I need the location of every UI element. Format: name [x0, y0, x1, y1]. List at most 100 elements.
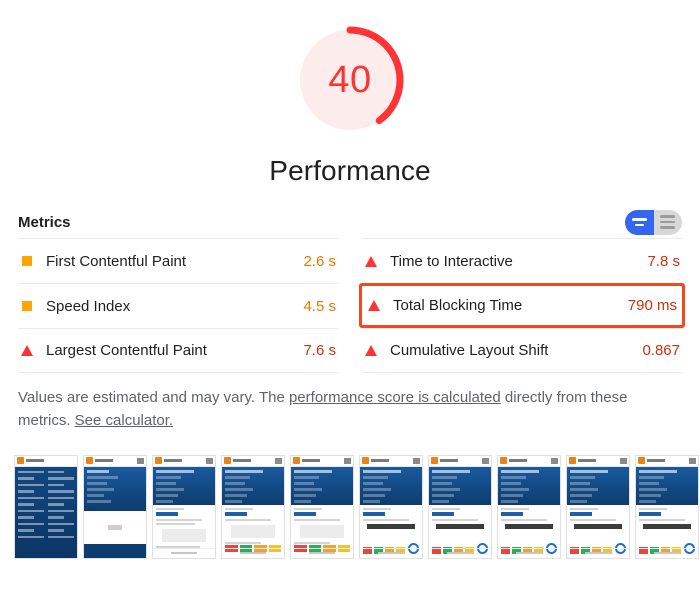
thumbnail-hero — [153, 466, 215, 505]
site-logo-text — [371, 459, 389, 463]
site-logo-icon — [569, 457, 576, 465]
page-title: Performance — [269, 155, 431, 186]
thumbnail-report-body — [360, 504, 422, 541]
thumbnail-hero — [360, 466, 422, 505]
see-calculator-link[interactable]: See calculator. — [75, 412, 173, 429]
thumbnail-topbar — [636, 455, 698, 467]
thumbnail-body — [15, 466, 77, 558]
thumbnail-report-body — [222, 504, 284, 544]
metrics-column-right: Time to Interactive 7.8 s Total Blocking… — [359, 238, 685, 373]
detail-view-icon-bar2 — [660, 220, 676, 224]
metric-label: Speed Index — [46, 297, 131, 315]
thumbnail-hero — [291, 466, 353, 505]
performance-score-link[interactable]: performance score is calculated — [289, 389, 501, 406]
metrics-view-toggle[interactable] — [625, 209, 683, 235]
thumbnail-footer — [153, 547, 215, 558]
thumbnail-report-body — [567, 504, 629, 541]
filmstrip-thumbnail[interactable] — [290, 454, 354, 559]
filmstrip-thumbnail[interactable] — [635, 454, 699, 559]
site-logo-icon — [362, 457, 369, 465]
filmstrip-thumbnail[interactable] — [359, 454, 423, 559]
simple-view-icon-bar2 — [634, 223, 644, 226]
filmstrip-thumbnail[interactable] — [428, 454, 492, 559]
thumbnail-footer — [636, 547, 698, 558]
metrics-column-left: First Contentful Paint 2.6 s Speed Index… — [18, 238, 338, 373]
metric-row-time-to-interactive[interactable]: Time to Interactive 7.8 s — [362, 238, 682, 283]
thumbnail-topbar — [222, 455, 284, 467]
metric-row-total-blocking-time[interactable]: Total Blocking Time 790 ms — [359, 283, 685, 328]
thumbnail-report-body — [429, 504, 491, 541]
simple-view-toggle-button[interactable] — [625, 209, 654, 235]
filmstrip-thumbnail[interactable] — [152, 454, 216, 559]
triangle-icon — [364, 255, 378, 267]
metric-value: 7.8 s — [647, 252, 680, 270]
triangle-icon — [367, 300, 381, 311]
metric-label: First Contentful Paint — [46, 252, 187, 270]
thumbnail-hero — [222, 466, 284, 505]
filmstrip-thumbnail[interactable] — [497, 454, 561, 559]
simple-view-icon — [631, 218, 647, 221]
thumbnail-topbar — [84, 455, 146, 467]
thumbnail-topbar — [429, 455, 491, 467]
performance-gauge[interactable]: 40 — [292, 22, 408, 138]
site-logo-text — [233, 459, 251, 463]
hamburger-menu-icon — [413, 457, 420, 464]
filmstrip-thumbnail[interactable] — [14, 454, 78, 559]
hamburger-menu-icon — [344, 457, 351, 464]
metric-label: Total Blocking Time — [393, 297, 523, 314]
detail-view-toggle-button[interactable] — [654, 210, 683, 235]
metrics-disclaimer: Values are estimated and may vary. The p… — [0, 387, 700, 433]
metrics-title: Metrics — [18, 213, 71, 231]
square-icon — [20, 301, 34, 311]
site-logo-icon — [224, 457, 231, 465]
thumbnail-hero — [567, 466, 629, 505]
thumbnail-report-body — [291, 504, 353, 544]
screenshot-filmstrip — [0, 454, 700, 559]
site-logo-text — [302, 459, 320, 463]
thumbnail-bottom-bar — [84, 543, 146, 558]
site-logo-icon — [17, 457, 24, 465]
site-logo-text — [164, 459, 182, 463]
thumbnail-hero — [498, 466, 560, 505]
metrics-grid: First Contentful Paint 2.6 s Speed Index… — [18, 238, 685, 373]
metric-value: 2.6 s — [303, 252, 336, 270]
thumbnail-footer — [360, 547, 422, 558]
site-logo-text — [95, 459, 113, 463]
thumbnail-footer — [567, 547, 629, 558]
thumbnail-topbar — [291, 455, 353, 467]
metric-value: 0.867 — [642, 342, 680, 359]
metric-label: Cumulative Layout Shift — [390, 342, 549, 359]
hamburger-menu-icon — [620, 457, 627, 464]
thumbnail-topbar — [567, 455, 629, 467]
site-logo-text — [509, 459, 527, 463]
metric-row-speed-index[interactable]: Speed Index 4.5 s — [18, 283, 338, 328]
filmstrip-thumbnail[interactable] — [83, 454, 147, 559]
filmstrip-thumbnail[interactable] — [566, 454, 630, 559]
square-icon — [20, 256, 34, 266]
thumbnail-footer — [291, 547, 353, 558]
site-logo-text — [440, 459, 458, 463]
gauge-score-value: 40 — [328, 59, 372, 101]
thumbnail-report-body — [153, 504, 215, 550]
metric-row-largest-contentful-paint[interactable]: Largest Contentful Paint 7.6 s — [18, 328, 338, 373]
site-logo-icon — [500, 457, 507, 465]
hamburger-menu-icon — [137, 457, 144, 464]
site-logo-text — [578, 459, 596, 463]
thumbnail-topbar — [15, 455, 77, 467]
site-logo-text — [26, 459, 44, 463]
filmstrip-thumbnail[interactable] — [221, 454, 285, 559]
metrics-header: Metrics — [18, 209, 682, 235]
metric-row-cumulative-layout-shift[interactable]: Cumulative Layout Shift 0.867 — [362, 328, 682, 373]
site-logo-text — [647, 459, 665, 463]
thumbnail-hero — [429, 466, 491, 505]
site-logo-icon — [293, 457, 300, 465]
metrics-section: Metrics First Contentful Paint 2.6 s Spe… — [0, 209, 700, 373]
thumbnail-topbar — [498, 455, 560, 467]
thumbnail-topbar — [360, 455, 422, 467]
metric-value: 4.5 s — [303, 297, 336, 315]
triangle-icon — [364, 345, 378, 356]
metric-row-first-contentful-paint[interactable]: First Contentful Paint 2.6 s — [18, 238, 338, 283]
hamburger-menu-icon — [482, 457, 489, 464]
metric-value: 7.6 s — [303, 342, 336, 359]
thumbnail-topbar — [153, 455, 215, 467]
